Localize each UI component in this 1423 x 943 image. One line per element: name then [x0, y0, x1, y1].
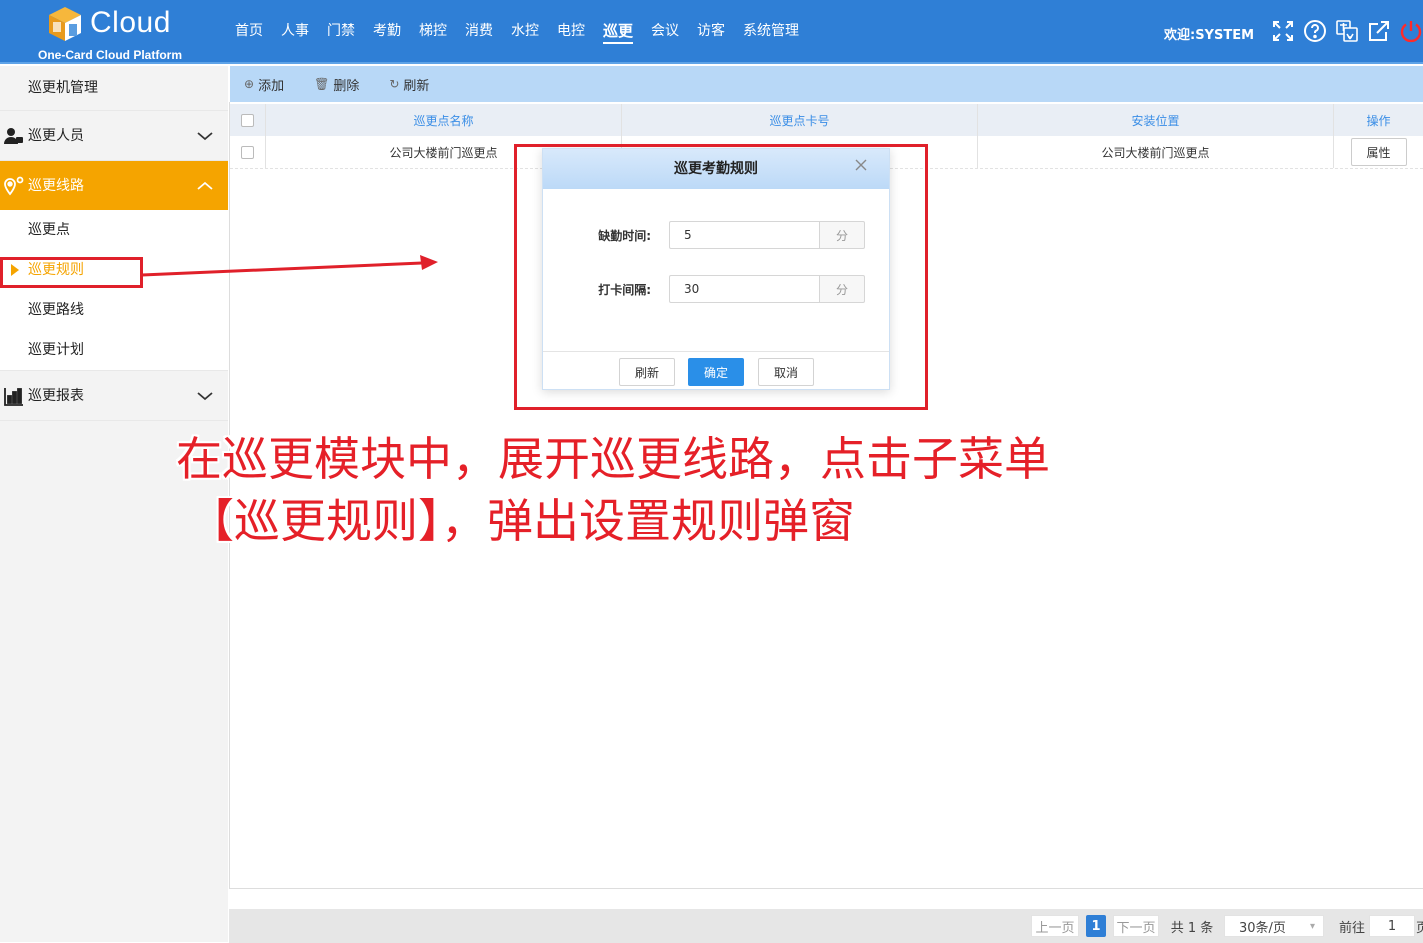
next-page-button[interactable]: 下一页 — [1113, 915, 1159, 937]
page-size-value: 30条/页 — [1239, 920, 1286, 936]
nav-item-electric[interactable]: 电控 — [548, 0, 594, 64]
logo-text: Cloud — [90, 6, 171, 39]
nav-item-attendance[interactable]: 考勤 — [364, 0, 410, 64]
page-number-current[interactable]: 1 — [1086, 915, 1106, 937]
chevron-down-icon — [197, 132, 213, 141]
column-header: 操作 — [1366, 113, 1391, 128]
header-icons — [1270, 18, 1423, 44]
sidebar-group-patrol-route[interactable]: 巡更线路 — [0, 160, 228, 210]
delete-button-label: 删除 — [333, 78, 360, 94]
external-link-icon[interactable] — [1366, 18, 1392, 44]
power-icon[interactable] — [1398, 18, 1423, 44]
toolbar: ⊕ 添加 🗑 删除 ↻ 刷新 — [230, 66, 1423, 102]
sidebar-group-label: 巡更人员 — [28, 128, 84, 144]
chevron-up-icon — [197, 181, 213, 190]
select-all-checkbox[interactable] — [241, 113, 254, 127]
row-checkbox[interactable] — [241, 145, 254, 159]
sidebar-group-label: 巡更报表 — [28, 388, 84, 404]
chevron-down-icon — [197, 392, 213, 401]
nav-item-water[interactable]: 水控 — [502, 0, 548, 64]
location-icon — [4, 176, 24, 196]
page-size-select[interactable]: 30条/页 ▾ — [1224, 915, 1324, 937]
content-bottom-line — [229, 888, 1423, 889]
plus-circle-icon: ⊕ — [244, 77, 255, 91]
sidebar-item-patrol-device[interactable]: 巡更机管理 — [0, 66, 228, 110]
trash-icon: 🗑 — [314, 77, 330, 91]
column-header[interactable]: 安装位置 — [978, 104, 1334, 136]
top-header: Cloud One-Card Cloud Platform 首页 人事 门禁 考… — [0, 0, 1423, 64]
highlight-box-dialog — [514, 144, 928, 410]
sidebar-group-patrol-report[interactable]: 巡更报表 — [0, 370, 228, 420]
nav-item-elevator[interactable]: 梯控 — [410, 0, 456, 64]
main-nav: 首页 人事 门禁 考勤 梯控 消费 水控 电控 巡更 会议 访客 系统管理 — [226, 0, 808, 64]
pagination: 上一页 1 下一页 共 1 条 30条/页 ▾ 前往 1 页 — [229, 909, 1423, 943]
table-header: 巡更点名称 巡更点卡号 安装位置 操作 — [230, 104, 1423, 136]
highlight-box-menu — [0, 257, 143, 288]
cell-location: 公司大楼前门巡更点 — [978, 136, 1334, 168]
language-icon[interactable] — [1334, 18, 1360, 44]
refresh-icon: ↻ — [389, 77, 400, 91]
nav-item-consumption[interactable]: 消费 — [456, 0, 502, 64]
nav-item-home[interactable]: 首页 — [226, 0, 272, 64]
sidebar-group-label: 巡更线路 — [28, 178, 84, 194]
annotation-line-1: 在巡更模块中，展开巡更线路，点击子菜单 — [176, 432, 1050, 486]
annotation-line-2: 【巡更规则】，弹出设置规则弹窗 — [188, 494, 855, 548]
nav-item-personnel[interactable]: 人事 — [272, 0, 318, 64]
logo-cube-icon — [49, 7, 81, 41]
logo: Cloud One-Card Cloud Platform — [38, 4, 188, 62]
page-suffix: 页 — [1416, 920, 1423, 936]
add-button[interactable]: ⊕ 添加 — [244, 75, 284, 94]
delete-button[interactable]: 🗑 删除 — [314, 75, 359, 94]
nav-item-patrol[interactable]: 巡更 — [594, 0, 642, 64]
sidebar-item-patrol-point[interactable]: 巡更点 — [0, 210, 228, 250]
chart-icon — [4, 388, 23, 406]
nav-item-access[interactable]: 门禁 — [318, 0, 364, 64]
goto-page-input[interactable]: 1 — [1369, 915, 1415, 937]
sidebar-item-patrol-path[interactable]: 巡更路线 — [0, 290, 228, 330]
sidebar-group-patrol-staff[interactable]: 巡更人员 — [0, 110, 228, 160]
refresh-button-label: 刷新 — [403, 78, 430, 94]
nav-item-system[interactable]: 系统管理 — [734, 0, 808, 64]
sidebar-item-patrol-plan[interactable]: 巡更计划 — [0, 330, 228, 370]
user-icon — [4, 128, 23, 144]
chevron-down-icon: ▾ — [1309, 920, 1315, 932]
help-icon[interactable] — [1302, 18, 1328, 44]
total-count: 共 1 条 — [1170, 920, 1214, 936]
cell-action: 属性 — [1334, 136, 1423, 168]
select-all-cell — [230, 104, 266, 136]
column-header[interactable]: 巡更点卡号 — [622, 104, 978, 136]
annotation-arrow-icon — [141, 255, 438, 277]
logo-subtitle: One-Card Cloud Platform — [38, 48, 183, 62]
properties-button[interactable]: 属性 — [1350, 138, 1407, 166]
nav-item-meeting[interactable]: 会议 — [642, 0, 688, 64]
prev-page-button[interactable]: 上一页 — [1031, 915, 1079, 937]
add-button-label: 添加 — [258, 78, 285, 94]
welcome-text: 欢迎:SYSTEM — [1164, 28, 1255, 43]
refresh-button[interactable]: ↻ 刷新 — [389, 75, 429, 94]
row-select-cell — [230, 136, 266, 168]
nav-item-visitor[interactable]: 访客 — [688, 0, 734, 64]
column-header[interactable]: 巡更点名称 — [266, 104, 622, 136]
fullscreen-icon[interactable] — [1270, 18, 1296, 44]
goto-label: 前往 — [1338, 920, 1365, 936]
